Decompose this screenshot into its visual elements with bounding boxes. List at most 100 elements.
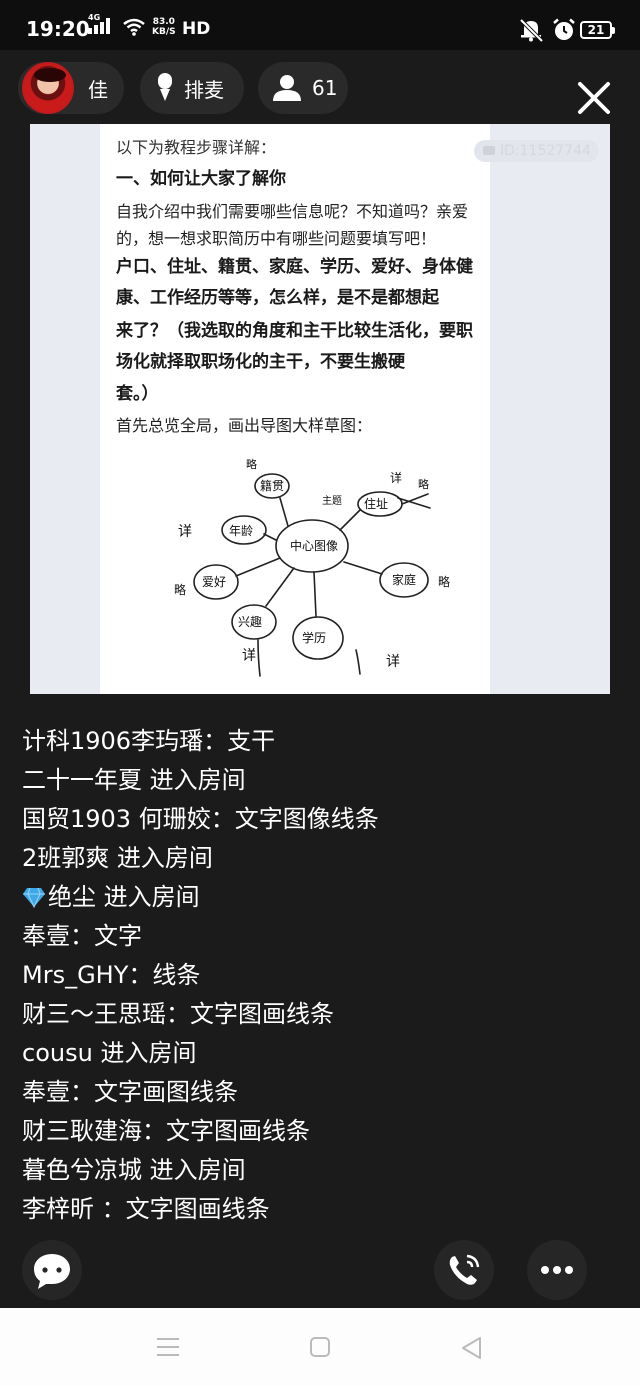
chat-message: 奉壹：文字 [22,917,622,956]
hd-indicator: HD [182,19,211,39]
chat-text: 进入房间 [149,1156,246,1184]
chat-text: 进入房间 [103,883,200,911]
chat-text: 线条 [152,961,201,989]
chat-username[interactable]: 奉壹 [22,922,70,950]
svg-text:籍贯: 籍贯 [260,478,284,493]
more-options-button[interactable] [527,1240,587,1300]
status-bar: 19:20 4G 83.0 KB/S HD 21 [0,0,640,50]
chat-text: 文字图画线条 [166,1117,310,1145]
more-icon [541,1266,573,1274]
back-icon[interactable] [460,1336,484,1360]
svg-text:主题: 主题 [322,495,342,507]
chat-text: 进入房间 [149,766,246,794]
chat-bubble-icon [34,1254,70,1289]
chat-message: 暮色兮凉城 进入房间 [22,1151,622,1190]
chat-username[interactable]: 李梓昕 [22,1195,102,1223]
chat-text: 文字图像线条 [234,805,379,833]
doc-intro: 以下为教程步骤详解： [116,138,277,157]
chat-username[interactable]: 暮色兮凉城 [22,1156,142,1184]
room-header: 佳 排麦 61 [0,50,640,125]
doc-bold-text-2: 来了？（我选取的角度和主干比较生活化，要职场化就择取职场化的主干，不要生搬硬 [116,321,473,372]
chat-username[interactable]: 财三～王思瑶 [22,1000,166,1028]
microphone-icon [158,73,172,101]
wifi-icon [123,18,145,36]
chat-text: 文字图画线条 [190,1000,334,1028]
network-type: 4G [88,13,101,22]
svg-text:略: 略 [418,477,429,491]
svg-text:详: 详 [178,524,192,540]
home-icon[interactable] [309,1336,331,1358]
svg-text:年龄: 年龄 [229,524,253,538]
mic-queue-label: 排麦 [184,77,224,102]
chat-username[interactable]: 计科1906李玙璠 [22,727,203,755]
mute-icon [519,18,544,42]
close-icon[interactable] [574,78,614,118]
alarm-icon [553,18,575,40]
chat-message: 计科1906李玙璠：支干 [22,722,622,761]
chat-separator [109,844,117,872]
svg-text:学历: 学历 [302,630,326,645]
shared-document: 以下为教程步骤详解： 一、如何让大家了解你 自我介绍中我们需要哪些信息呢？不知道… [100,124,490,694]
chat-messages[interactable]: 计科1906李玙璠：支干 二十一年夏 进入房间 国贸1903 何珊姣：文字图像线条 2… [22,722,622,1229]
chat-message: 财三耿建海：文字图画线条 [22,1112,622,1151]
chat-message: cousu 进入房间 [22,1034,622,1073]
person-icon [273,75,301,101]
status-time: 19:20 [26,17,90,41]
chat-separator: ： [210,805,235,833]
doc-bold-text-3: 套。） [116,384,159,404]
svg-text:爱好: 爱好 [202,575,226,589]
gem-icon [23,887,45,908]
chat-text: 进入房间 [116,844,213,872]
chat-username[interactable]: 奉壹 [22,1078,70,1106]
menu-icon[interactable] [156,1336,180,1358]
system-nav-bar [0,1308,640,1386]
doc-heading: 一、如何让大家了解你 [116,169,286,189]
chat-separator: ： [166,1000,190,1028]
svg-text:详: 详 [386,654,400,670]
shared-screen[interactable]: 以下为教程步骤详解： 一、如何让大家了解你 自我介绍中我们需要哪些信息呢？不知道… [30,124,610,694]
viewer-count: 61 [312,76,338,100]
battery-icon: 21 [580,21,615,39]
svg-text:住址: 住址 [364,497,388,511]
chat-username[interactable]: 财三耿建海 [22,1117,142,1145]
svg-text:家庭: 家庭 [392,572,416,587]
mic-queue-button[interactable]: 排麦 [140,62,244,114]
chat-message: 财三～王思瑶：文字图画线条 [22,995,622,1034]
doc-bold-text-1: 户口、住址、籍贯、家庭、学历、爱好、身体健康、工作经历等等，怎么样，是不是都想起 [116,257,473,308]
svg-text:略: 略 [174,582,186,597]
host-avatar[interactable] [22,62,74,114]
chat-separator [96,883,104,911]
cellular-signal-icon: 4G [88,13,110,34]
chat-separator: ： [70,922,94,950]
svg-text:详: 详 [242,648,256,664]
chat-username[interactable]: Mrs_GHY [22,961,128,989]
host-profile[interactable]: 佳 [18,62,124,114]
chat-username[interactable]: 国贸1903 何珊姣 [22,805,211,833]
chat-username[interactable]: 2班郭爽 [22,844,109,872]
chat-message: 二十一年夏 进入房间 [22,761,622,800]
chat-message: 奉壹：文字画图线条 [22,1073,622,1112]
voice-call-button[interactable] [434,1240,494,1300]
chat-username[interactable]: 绝尘 [48,883,96,911]
chat-text: 文字 [94,922,142,950]
chat-username[interactable]: 二十一年夏 [22,766,142,794]
chat-message: Mrs_GHY：线条 [22,956,622,995]
svg-text:略: 略 [246,457,257,471]
chat-message: 绝尘 进入房间 [22,878,622,917]
chat-separator: ： [101,1195,126,1223]
chat-text: 文字图画线条 [125,1195,270,1223]
chat-separator: ： [128,961,153,989]
network-speed: 83.0 KB/S [152,17,176,37]
chat-button[interactable] [22,1240,82,1300]
svg-text:详: 详 [390,470,402,485]
doc-paragraph: 自我介绍中我们需要哪些信息呢？不知道吗？亲爱的，想一想求职简历中有哪些问题要填写… [116,202,469,248]
viewer-count-button[interactable]: 61 [258,62,348,114]
chat-separator: ： [70,1078,94,1106]
phone-icon [449,1254,480,1285]
chat-username[interactable]: cousu [22,1039,93,1067]
svg-text:略: 略 [438,574,450,589]
chat-separator: ： [203,727,228,755]
room-id-watermark: ID:11527744 [474,140,599,162]
chat-text: 文字画图线条 [94,1078,238,1106]
doc-step: 首先总览全局，画出导图大样草图： [116,416,373,435]
